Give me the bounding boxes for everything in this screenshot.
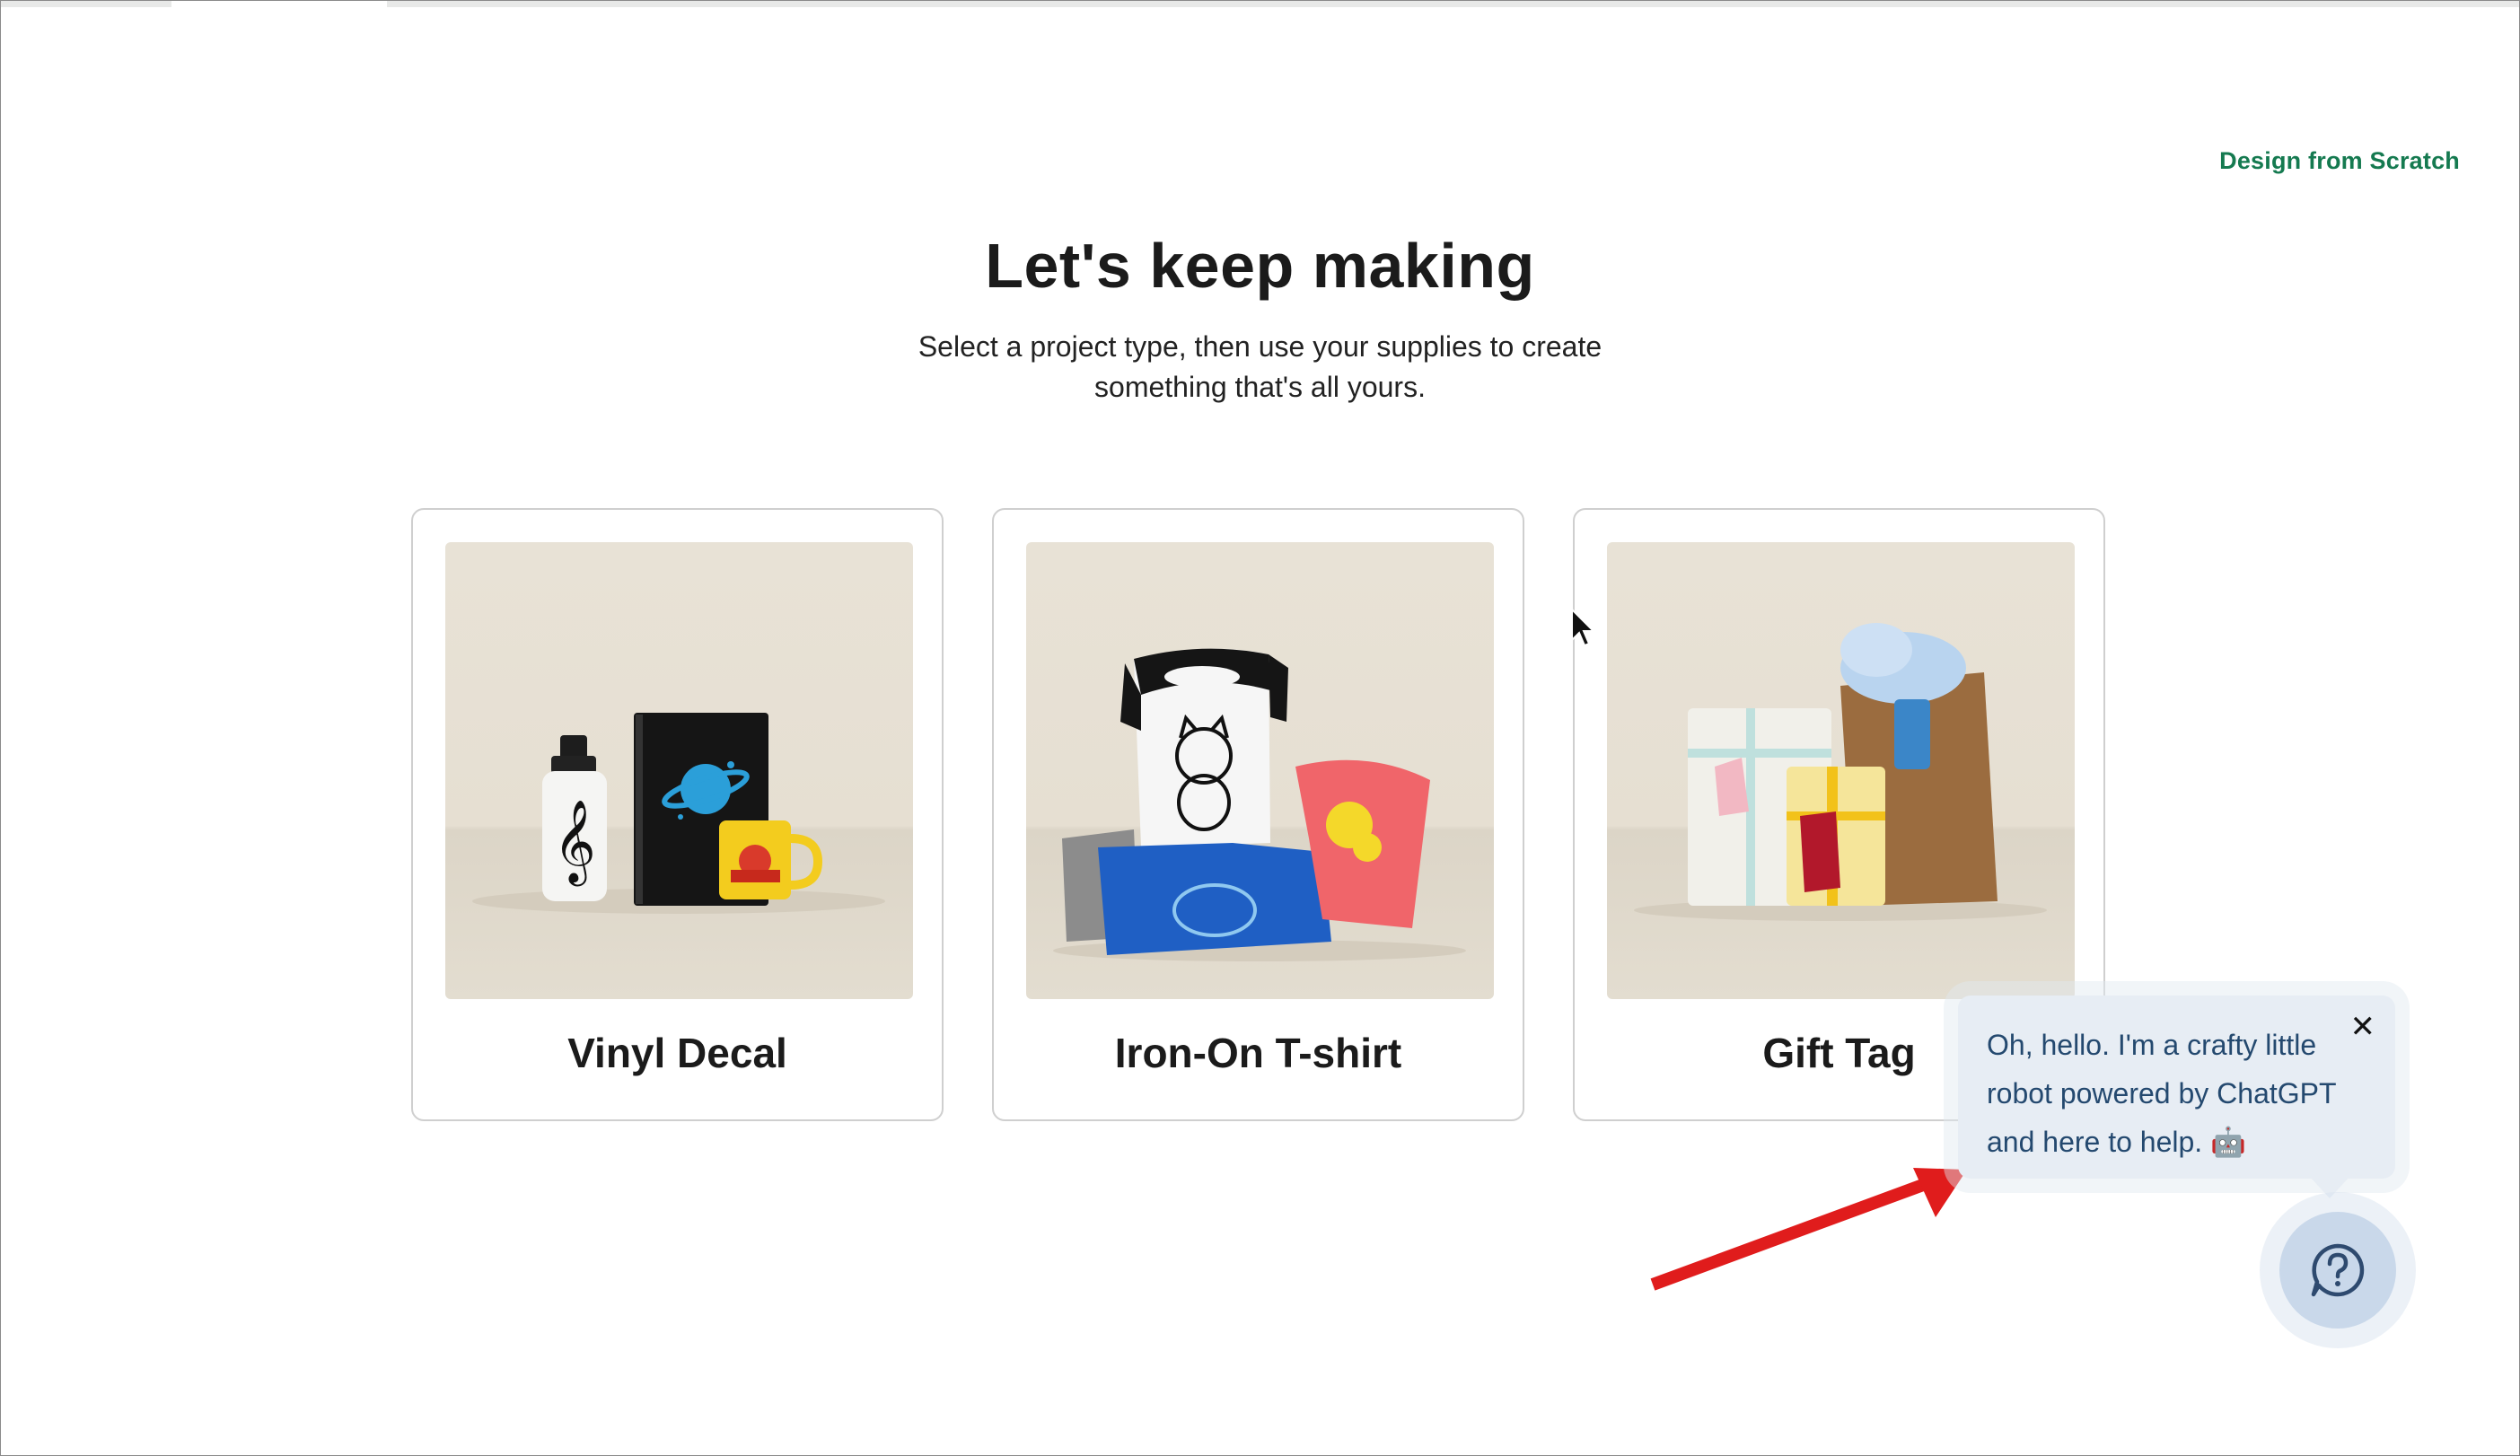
card-vinyl-decal[interactable]: 𝄞 Vinyl Decal xyxy=(411,508,944,1121)
top-progress-bar xyxy=(1,1,2519,7)
chat-bot-greeting: Oh, hello. I'm a crafty little robot pow… xyxy=(1958,996,2395,1198)
hero: Let's keep making Select a project type,… xyxy=(1,230,2519,408)
design-from-scratch-link[interactable]: Design from Scratch xyxy=(2219,147,2460,175)
close-icon[interactable]: ✕ xyxy=(2350,1012,2376,1042)
page: Design from Scratch Let's keep making Se… xyxy=(0,0,2520,1456)
gift-tag-image xyxy=(1607,542,2075,999)
iron-on-tshirt-image xyxy=(1026,542,1494,999)
chat-message: Oh, hello. I'm a crafty little robot pow… xyxy=(1987,1029,2336,1158)
annotation-arrow-icon xyxy=(1650,1168,1967,1291)
mouse-cursor-icon xyxy=(1571,608,1595,647)
help-chat-button[interactable] xyxy=(2279,1212,2396,1329)
card-label: Iron-On T-shirt xyxy=(1114,1030,1402,1076)
page-title: Let's keep making xyxy=(985,231,1535,301)
page-subtitle: Select a project type, then use your sup… xyxy=(918,330,1602,403)
bubble-tail xyxy=(2310,1177,2349,1198)
vinyl-decal-image: 𝄞 xyxy=(445,542,913,999)
question-bubble-icon xyxy=(2311,1243,2365,1297)
project-type-cards: 𝄞 Vinyl Decal Iron-On T-shirt Gift Tag xyxy=(411,508,2105,1121)
svg-text:𝄞: 𝄞 xyxy=(553,799,595,886)
card-label: Vinyl Decal xyxy=(567,1030,787,1076)
card-iron-on-tshirt[interactable]: Iron-On T-shirt xyxy=(992,508,1524,1121)
